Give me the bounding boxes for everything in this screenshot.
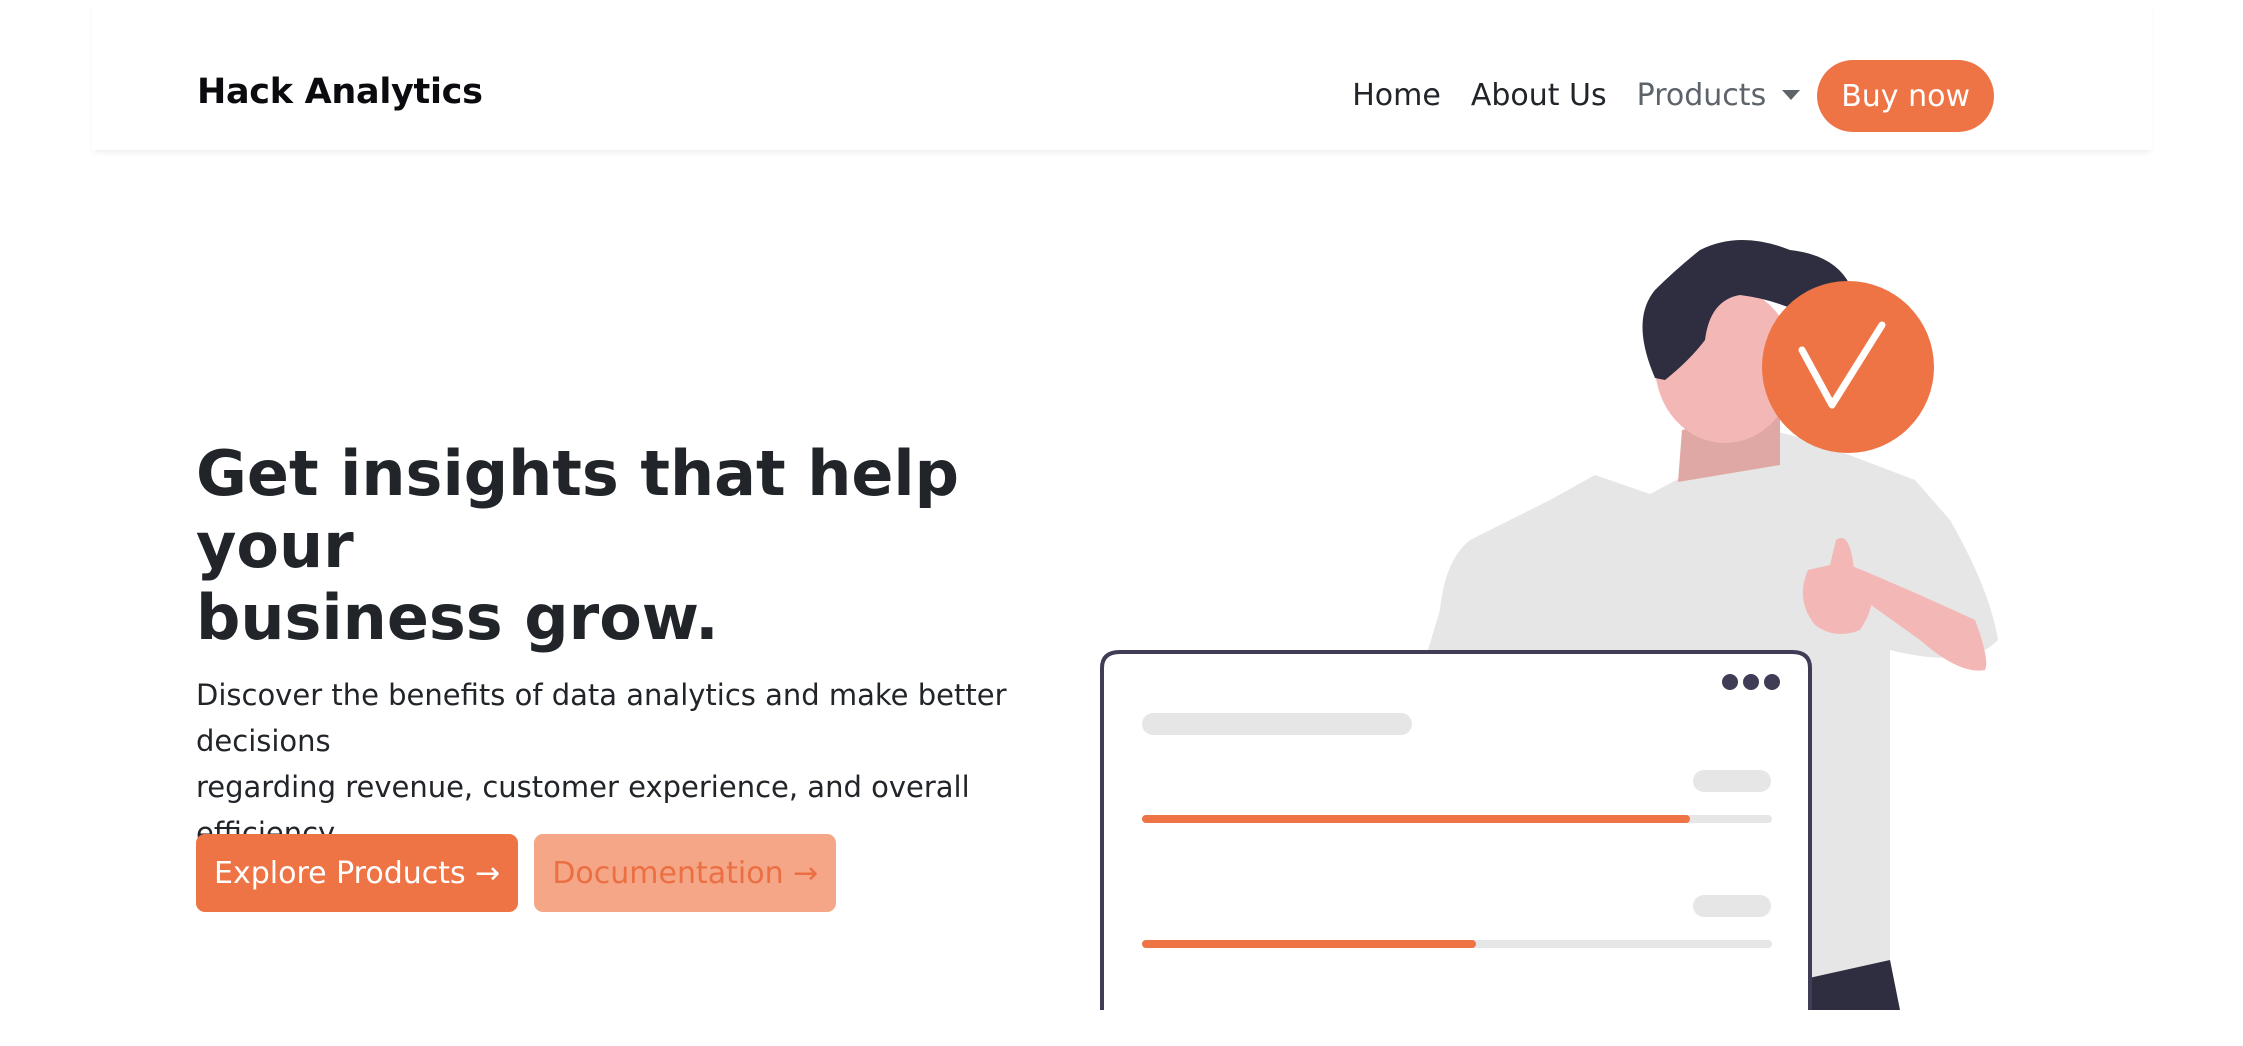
browser-window — [1100, 650, 1812, 1010]
brand-logo-text[interactable]: Hack Analytics — [197, 72, 483, 112]
hero-subtitle: Discover the benefits of data analytics … — [196, 672, 1096, 856]
nav-links: Home About Us Products Buy now — [1337, 60, 1994, 132]
hero-title-line-1: Get insights that help your — [196, 437, 960, 582]
window-dot-3 — [1764, 674, 1780, 690]
documentation-button[interactable]: Documentation → — [534, 834, 837, 912]
navbar: Hack Analytics Home About Us Products Bu… — [92, 0, 2152, 150]
window-dot-2 — [1743, 674, 1759, 690]
nav-dropdown-products-label: Products — [1636, 78, 1767, 113]
placeholder-title-bar — [1142, 713, 1412, 735]
hero-illustration — [1100, 240, 1998, 1010]
placeholder-label-2 — [1693, 895, 1771, 917]
window-dot-1 — [1722, 674, 1738, 690]
hero-title: Get insights that help your business gro… — [196, 438, 1016, 654]
nav-link-about-us[interactable]: About Us — [1456, 60, 1622, 132]
progress-fill-1 — [1142, 815, 1690, 823]
caret-down-icon — [1782, 90, 1801, 100]
buy-now-button[interactable]: Buy now — [1817, 60, 1994, 132]
check-badge — [1762, 281, 1934, 453]
browser-window-frame — [1100, 650, 1812, 1010]
nav-link-home[interactable]: Home — [1337, 60, 1456, 132]
hero-subtitle-line-1: Discover the benefits of data analytics … — [196, 678, 1007, 758]
progress-fill-2 — [1142, 940, 1476, 948]
explore-products-button[interactable]: Explore Products → — [196, 834, 519, 912]
nav-dropdown-products[interactable]: Products — [1622, 60, 1816, 132]
hero-buttons: Explore Products → Documentation → — [196, 834, 837, 912]
check-badge-circle — [1762, 281, 1934, 453]
placeholder-label-1 — [1693, 770, 1771, 792]
hero-title-line-2: business grow. — [196, 581, 719, 654]
